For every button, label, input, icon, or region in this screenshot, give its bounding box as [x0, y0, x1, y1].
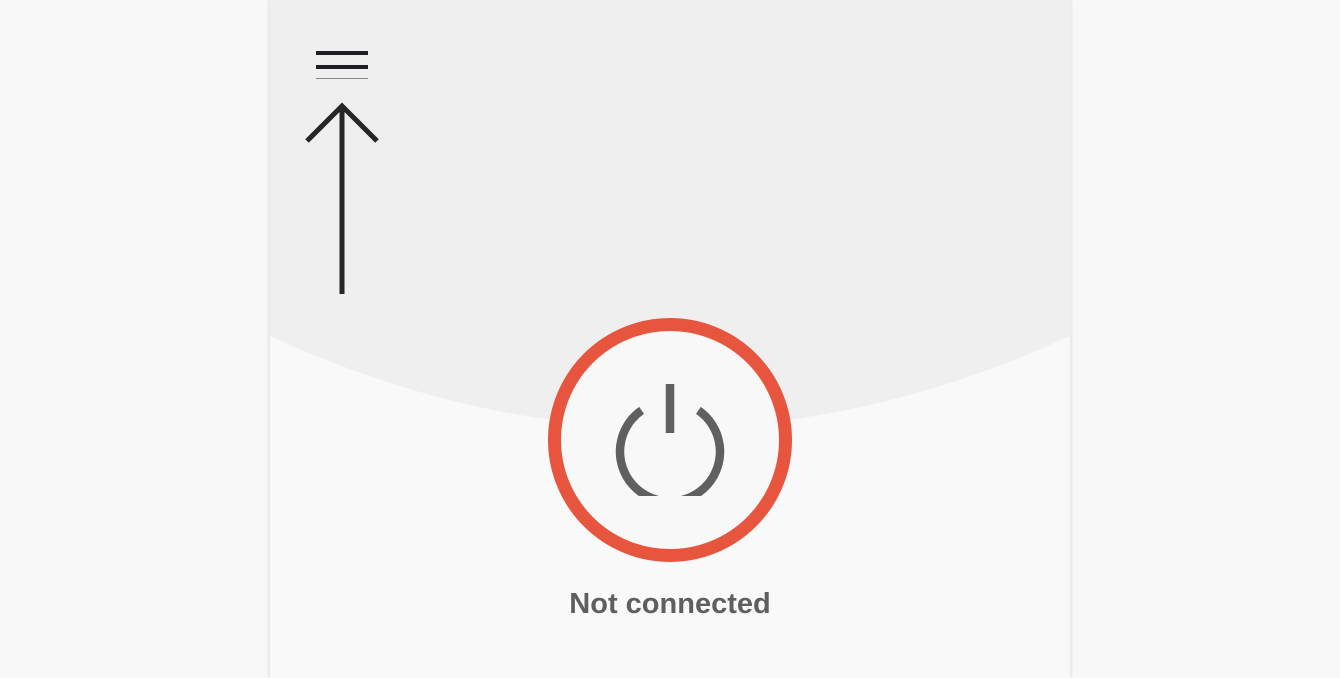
connection-status-label: Not connected — [569, 588, 771, 620]
connect-toggle-button[interactable] — [548, 318, 792, 562]
up-arrow-icon — [305, 102, 379, 294]
power-icon — [615, 384, 725, 496]
vpn-app-window: Not connected — [270, 0, 1070, 678]
hamburger-menu-icon — [316, 51, 368, 79]
menu-button[interactable] — [308, 36, 376, 86]
